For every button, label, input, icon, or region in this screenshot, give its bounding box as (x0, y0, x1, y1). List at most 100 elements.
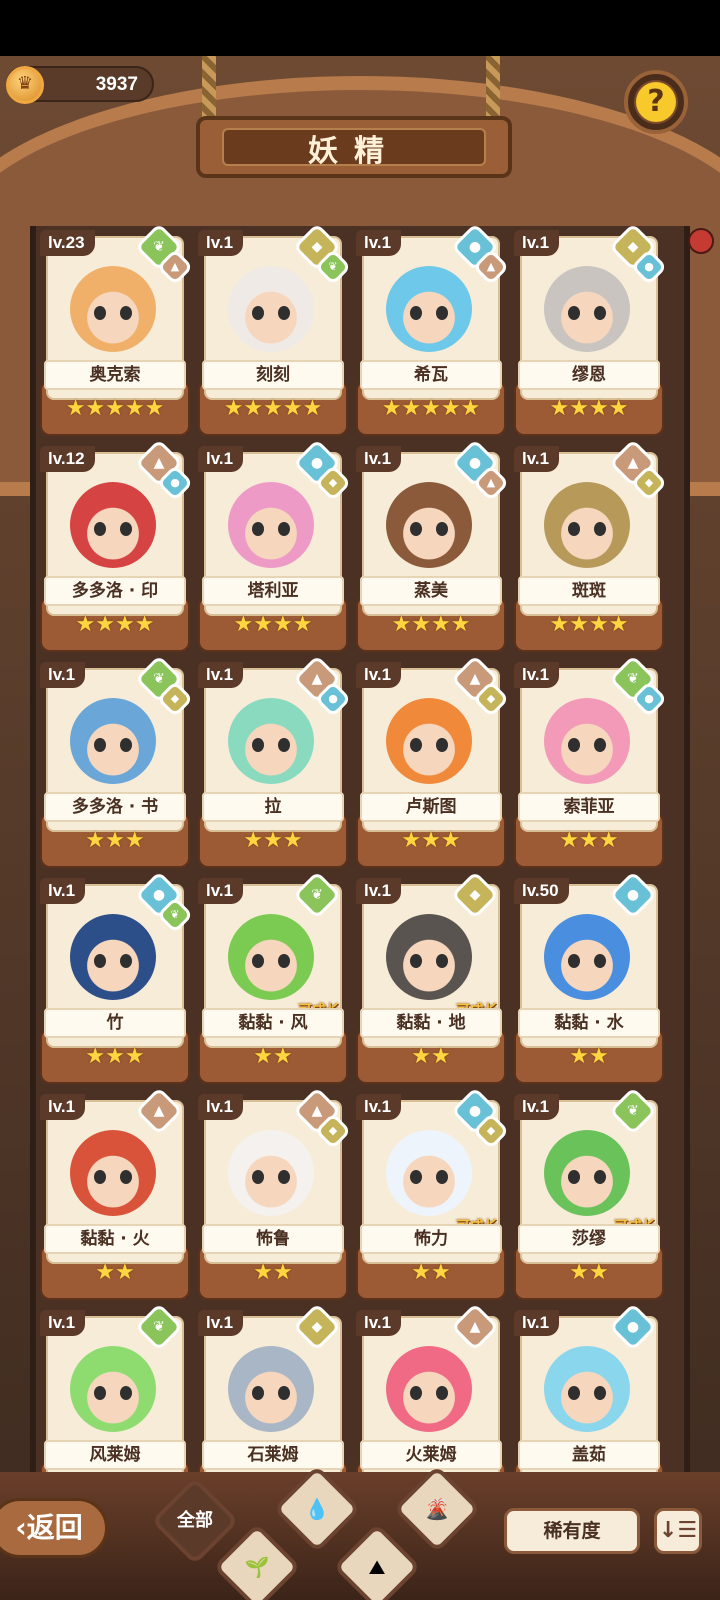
filter-wind-button[interactable]: 🌱 (213, 1523, 301, 1600)
level-tag: lv.1 (514, 1310, 560, 1336)
fairy-name: 蒸美 (360, 576, 502, 606)
fairy-card[interactable]: lv.1❦可成长黏黏 · 风★★ (198, 870, 348, 1084)
level-tag: lv.1 (356, 662, 402, 688)
help-button[interactable]: ? (624, 70, 688, 134)
fairy-portrait (386, 1130, 472, 1216)
eye-icon (120, 1170, 132, 1184)
eye-icon (252, 1170, 264, 1184)
fairy-card[interactable]: lv.1 ▲ ◆ 怖鲁 ★★ (198, 1086, 352, 1300)
fairy-portrait (228, 698, 314, 784)
eye-icon (410, 738, 422, 752)
star-rating: ★★ (569, 1260, 609, 1285)
fairy-name: 怖力 (360, 1224, 502, 1254)
eye-icon (252, 522, 264, 536)
eye-icon (120, 954, 132, 968)
fairy-name: 缪恩 (518, 360, 660, 390)
fairy-card[interactable]: lv.1 ● ▲ 希瓦 ★★★★★ (356, 222, 510, 436)
eye-icon (568, 306, 580, 320)
star-rating: ★★★★ (549, 612, 629, 637)
fairy-card[interactable]: lv.1●◆可成长怖力★★ (356, 1086, 510, 1300)
level-tag: lv.1 (514, 1094, 560, 1120)
water-drop-icon: 💧 (304, 1497, 330, 1521)
fairy-card[interactable]: lv.1 ◆ ❦ 刻刻 ★★★★★ (198, 222, 352, 436)
eye-icon (568, 738, 580, 752)
filter-water-button[interactable]: 💧 (273, 1465, 361, 1553)
star-rating: ★★★ (401, 828, 461, 853)
fairy-portrait (70, 266, 156, 352)
eye-icon (94, 306, 106, 320)
question-icon: ? (636, 82, 676, 122)
fairy-name: 竹 (44, 1008, 186, 1038)
fairy-portrait (70, 698, 156, 784)
fairy-card[interactable]: lv.1 ▲ ● 拉 ★★★ (198, 654, 352, 868)
level-tag: lv.50 (514, 878, 569, 904)
eye-icon (252, 738, 264, 752)
fairy-portrait (544, 914, 630, 1000)
eye-icon (436, 738, 448, 752)
back-button[interactable]: ‹返回 (0, 1498, 108, 1558)
fairy-card[interactable]: lv.1 ▲ 黏黏 · 火 ★★ (40, 1086, 190, 1300)
level-tag: lv.1 (356, 1310, 402, 1336)
eye-icon (278, 954, 290, 968)
level-tag: lv.1 (356, 1094, 402, 1120)
star-rating: ★★★★ (75, 612, 155, 637)
fairy-card[interactable]: lv.1 ❦ ◆ 多多洛 · 书 ★★★ (40, 654, 194, 868)
filter-earth-button[interactable]: ⛰ (333, 1523, 421, 1600)
level-tag: lv.1 (356, 230, 402, 256)
fairy-card[interactable]: lv.1 ▲ ◆ 卢斯图 ★★★ (356, 654, 510, 868)
star-rating: ★★ (569, 1044, 609, 1069)
eye-icon (120, 738, 132, 752)
eye-icon (410, 522, 422, 536)
fairy-card[interactable]: lv.1◆可成长黏黏 · 地★★ (356, 870, 506, 1084)
fairy-card[interactable]: lv.12 ▲ ● 多多洛 · 印 ★★★★ (40, 438, 194, 652)
sort-rarity-button[interactable]: 稀有度 (504, 1508, 640, 1554)
level-tag: lv.1 (514, 230, 560, 256)
fairy-portrait (70, 1130, 156, 1216)
level-tag: lv.1 (514, 446, 560, 472)
star-rating: ★★★ (559, 828, 619, 853)
filter-all-button[interactable]: 全部 (151, 1477, 239, 1565)
coin-icon: ♛ (6, 66, 44, 104)
eye-icon (594, 306, 606, 320)
fairy-portrait (70, 482, 156, 568)
fairy-card[interactable]: lv.1 ◆ ● 缪恩 ★★★★ (514, 222, 668, 436)
fairy-portrait (544, 482, 630, 568)
sort-order-button[interactable]: ↓☰ (654, 1508, 702, 1554)
eye-icon (94, 1386, 106, 1400)
level-tag: lv.1 (356, 446, 402, 472)
fairy-card[interactable]: lv.50 ● 黏黏 · 水 ★★ (514, 870, 664, 1084)
fairy-name: 卢斯图 (360, 792, 502, 822)
eye-icon (436, 306, 448, 320)
fairy-portrait (386, 914, 472, 1000)
star-rating: ★★★★ (391, 612, 471, 637)
eye-icon (410, 954, 422, 968)
fairy-card[interactable]: lv.1❦可成长莎缪★★ (514, 1086, 664, 1300)
fairy-portrait (228, 1346, 314, 1432)
level-tag: lv.1 (514, 662, 560, 688)
eye-icon (410, 306, 422, 320)
page-title: 妖精 (308, 134, 400, 169)
fairy-name: 刻刻 (202, 360, 344, 390)
level-tag: lv.1 (198, 662, 244, 688)
fairy-portrait (386, 1346, 472, 1432)
level-tag: lv.1 (198, 230, 244, 256)
fairy-card[interactable]: lv.23 ❦ ▲ 奥克索 ★★★★★ (40, 222, 194, 436)
star-rating: ★★★★★ (381, 396, 481, 421)
level-tag: lv.12 (40, 446, 95, 472)
fairy-portrait (228, 1130, 314, 1216)
ladybug-icon (688, 228, 714, 254)
fairy-portrait (544, 1130, 630, 1216)
eye-icon (594, 1386, 606, 1400)
fairy-card[interactable]: lv.1 ▲ ◆ 斑斑 ★★★★ (514, 438, 668, 652)
fairy-card[interactable]: lv.1 ● ◆ 塔利亚 ★★★★ (198, 438, 352, 652)
fairy-card[interactable]: lv.1 ● ❦ 竹 ★★★ (40, 870, 194, 1084)
star-rating: ★★★ (85, 1044, 145, 1069)
filter-fire-button[interactable]: 🌋 (393, 1465, 481, 1553)
currency-amount: 3937 (95, 74, 138, 95)
eye-icon (568, 522, 580, 536)
fairy-card[interactable]: lv.1 ❦ ● 索菲亚 ★★★ (514, 654, 668, 868)
level-tag: lv.1 (356, 878, 402, 904)
fairy-card[interactable]: lv.1 ● ▲ 蒸美 ★★★★ (356, 438, 510, 652)
star-rating: ★★ (253, 1260, 293, 1285)
level-tag: lv.1 (198, 1094, 244, 1120)
